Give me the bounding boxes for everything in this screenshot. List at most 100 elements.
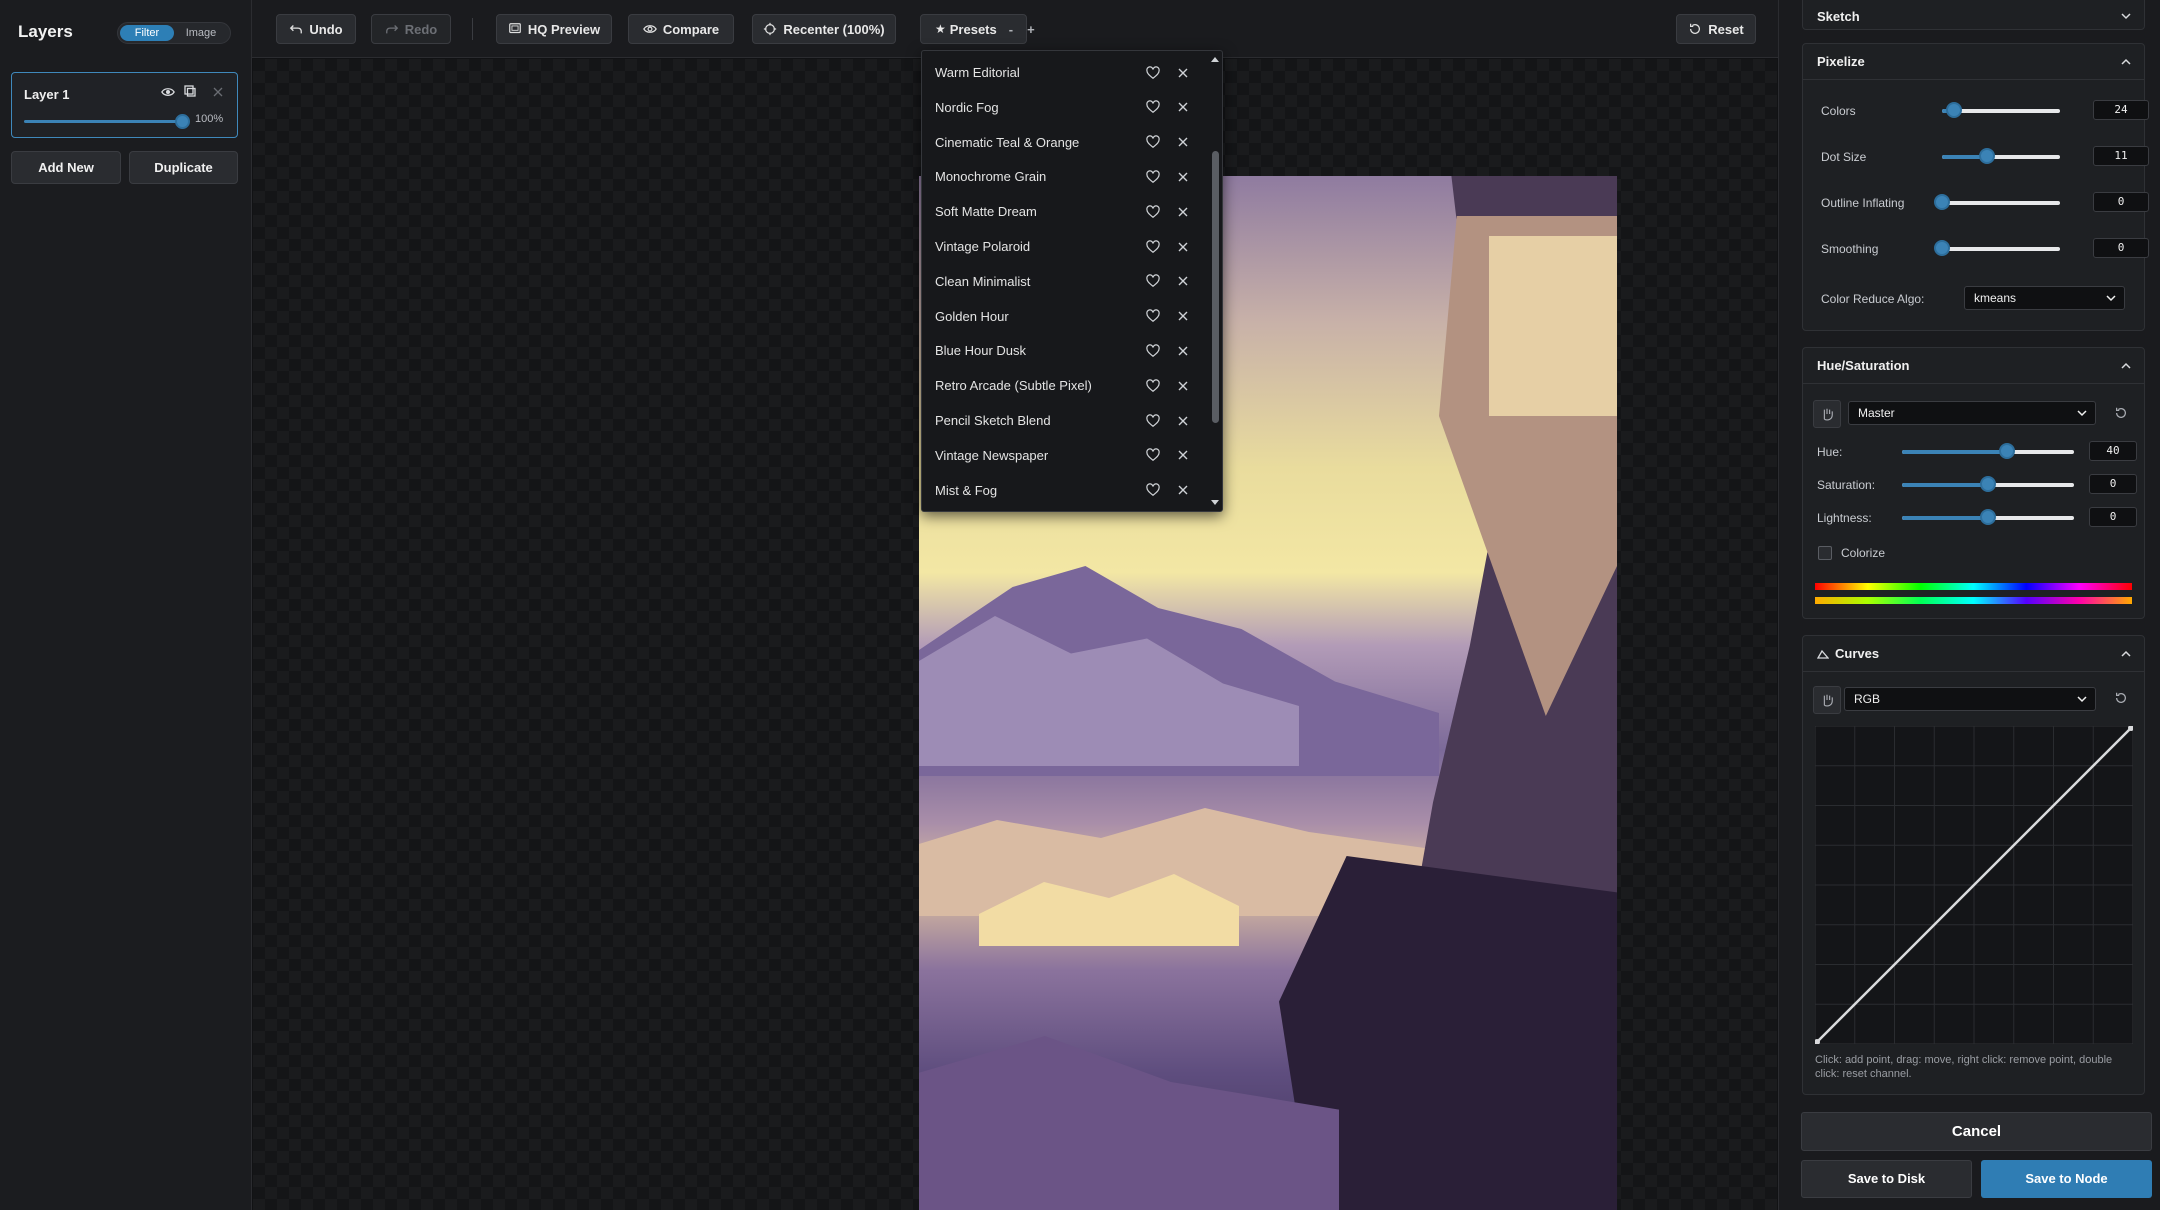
scroll-down-icon[interactable]	[1210, 499, 1220, 507]
chevron-down-icon[interactable]	[2120, 10, 2132, 22]
star-icon[interactable]: ★	[935, 22, 946, 36]
saturation-slider-thumb[interactable]	[1980, 476, 1996, 492]
close-icon[interactable]	[210, 85, 226, 101]
close-icon[interactable]	[1177, 275, 1189, 287]
sketch-section[interactable]: Sketch	[1802, 0, 2145, 30]
preset-scroll-thumb[interactable]	[1212, 151, 1219, 423]
close-icon[interactable]	[1177, 449, 1189, 461]
heart-icon[interactable]	[1146, 413, 1160, 428]
heart-icon[interactable]	[1146, 378, 1160, 393]
save-to-disk-button[interactable]: Save to Disk	[1801, 1160, 1972, 1198]
presets-button[interactable]: Presets	[950, 22, 997, 37]
hue-slider-thumb[interactable]	[1998, 443, 2015, 459]
hue-input[interactable]: 40	[2089, 441, 2137, 461]
color-reduce-algo-select[interactable]: kmeans	[1964, 286, 2125, 310]
preset-item[interactable]: Cinematic Teal & Orange	[922, 125, 1206, 160]
sketch-header[interactable]: Sketch	[1803, 0, 2144, 31]
copy-icon[interactable]	[182, 85, 198, 101]
close-icon[interactable]	[1177, 136, 1189, 148]
cancel-button[interactable]: Cancel	[1801, 1112, 2152, 1151]
close-icon[interactable]	[1177, 171, 1189, 183]
chevron-up-icon[interactable]	[2120, 360, 2132, 372]
close-icon[interactable]	[1177, 206, 1189, 218]
curves-graph[interactable]	[1815, 726, 2133, 1044]
close-icon[interactable]	[1177, 241, 1189, 253]
chevron-up-icon[interactable]	[2120, 648, 2132, 660]
heart-icon[interactable]	[1146, 100, 1160, 114]
outline-inflating-input[interactable]: 0	[2093, 192, 2149, 212]
lightness-input[interactable]: 0	[2089, 507, 2137, 527]
colors-slider-thumb[interactable]	[1945, 102, 1962, 118]
layer-opacity-slider[interactable]	[24, 120, 184, 123]
preset-item[interactable]: Vintage Newspaper	[922, 438, 1206, 473]
preset-item[interactable]: Warm Editorial	[922, 55, 1206, 90]
preset-item[interactable]: Mist & Fog	[922, 473, 1206, 508]
redo-button[interactable]: Redo	[371, 14, 451, 44]
reset-button[interactable]: Reset	[1676, 14, 1756, 44]
preset-item[interactable]: Vintage Polaroid	[922, 229, 1206, 264]
preset-item[interactable]: Pencil Sketch Blend	[922, 403, 1206, 438]
curves-channel-select[interactable]: RGB	[1844, 687, 2096, 711]
hue-channel-select[interactable]: Master	[1848, 401, 2096, 425]
preset-item[interactable]: Clean Minimalist	[922, 264, 1206, 299]
chevron-up-icon[interactable]	[2120, 56, 2132, 68]
presets-add-button[interactable]: +	[1027, 22, 1035, 37]
preset-item[interactable]: Monochrome Grain	[922, 159, 1206, 194]
layer-opacity-thumb[interactable]	[175, 114, 190, 129]
eye-icon[interactable]	[160, 85, 176, 101]
preset-item[interactable]: Soft Matte Dream	[922, 194, 1206, 229]
hue-saturation-header[interactable]: Hue/Saturation	[1803, 348, 2144, 384]
hq-preview-button[interactable]: HQ Preview	[496, 14, 612, 44]
colors-input[interactable]: 24	[2093, 100, 2149, 120]
close-icon[interactable]	[1177, 101, 1189, 113]
heart-icon[interactable]	[1146, 448, 1160, 462]
curves-picker-button[interactable]	[1813, 686, 1841, 714]
smoothing-slider-thumb[interactable]	[1934, 240, 1950, 256]
mode-filter[interactable]: Filter	[120, 25, 174, 41]
filter-image-toggle[interactable]: Filter Image	[117, 22, 231, 44]
heart-icon[interactable]	[1146, 274, 1160, 288]
duplicate-layer-button[interactable]: Duplicate	[129, 151, 238, 184]
preset-item[interactable]: Nordic Fog	[922, 90, 1206, 125]
preset-item[interactable]: Golden Hour	[922, 299, 1206, 334]
outline-inflating-slider[interactable]	[1942, 201, 2060, 205]
preset-item[interactable]: Blue Hour Dusk	[922, 333, 1206, 368]
saturation-input[interactable]: 0	[2089, 474, 2137, 494]
heart-icon[interactable]	[1146, 483, 1160, 497]
mode-image[interactable]: Image	[174, 25, 228, 41]
heart-icon[interactable]	[1146, 135, 1160, 149]
close-icon[interactable]	[1177, 380, 1189, 392]
layer-item[interactable]: Layer 1 100%	[11, 72, 238, 138]
curves-header[interactable]: Curves	[1803, 636, 2144, 672]
heart-icon[interactable]	[1146, 204, 1160, 219]
lightness-slider-thumb[interactable]	[1980, 509, 1996, 525]
heart-icon[interactable]	[1146, 65, 1160, 80]
close-icon[interactable]	[1177, 310, 1189, 322]
smoothing-input[interactable]: 0	[2093, 238, 2149, 258]
reset-curves-icon[interactable]	[2114, 691, 2128, 705]
reset-hue-icon[interactable]	[2114, 406, 2128, 420]
undo-button[interactable]: Undo	[276, 14, 356, 44]
save-to-node-button[interactable]: Save to Node	[1981, 1160, 2152, 1198]
pixelize-header[interactable]: Pixelize	[1803, 44, 2144, 80]
close-icon[interactable]	[1177, 67, 1189, 79]
compare-button[interactable]: Compare	[628, 14, 734, 44]
close-icon[interactable]	[1177, 345, 1189, 357]
close-icon[interactable]	[1177, 484, 1189, 496]
recenter-button[interactable]: Recenter (100%)	[752, 14, 896, 44]
outline-inflating-slider-thumb[interactable]	[1934, 194, 1950, 210]
presets-remove-button[interactable]: -	[1009, 22, 1013, 37]
heart-icon[interactable]	[1146, 170, 1160, 184]
dot-size-input[interactable]: 11	[2093, 146, 2149, 166]
heart-icon[interactable]	[1146, 239, 1160, 254]
dot-size-slider-thumb[interactable]	[1978, 148, 1995, 164]
add-new-layer-button[interactable]: Add New	[11, 151, 121, 184]
heart-icon[interactable]	[1146, 344, 1160, 358]
close-icon[interactable]	[1177, 415, 1189, 427]
heart-icon[interactable]	[1146, 309, 1160, 323]
scroll-up-icon[interactable]	[1210, 55, 1220, 63]
hand-picker-button[interactable]	[1813, 400, 1841, 428]
colorize-checkbox[interactable]	[1818, 546, 1832, 560]
smoothing-slider[interactable]	[1942, 247, 2060, 251]
preset-item[interactable]: Retro Arcade (Subtle Pixel)	[922, 368, 1206, 403]
